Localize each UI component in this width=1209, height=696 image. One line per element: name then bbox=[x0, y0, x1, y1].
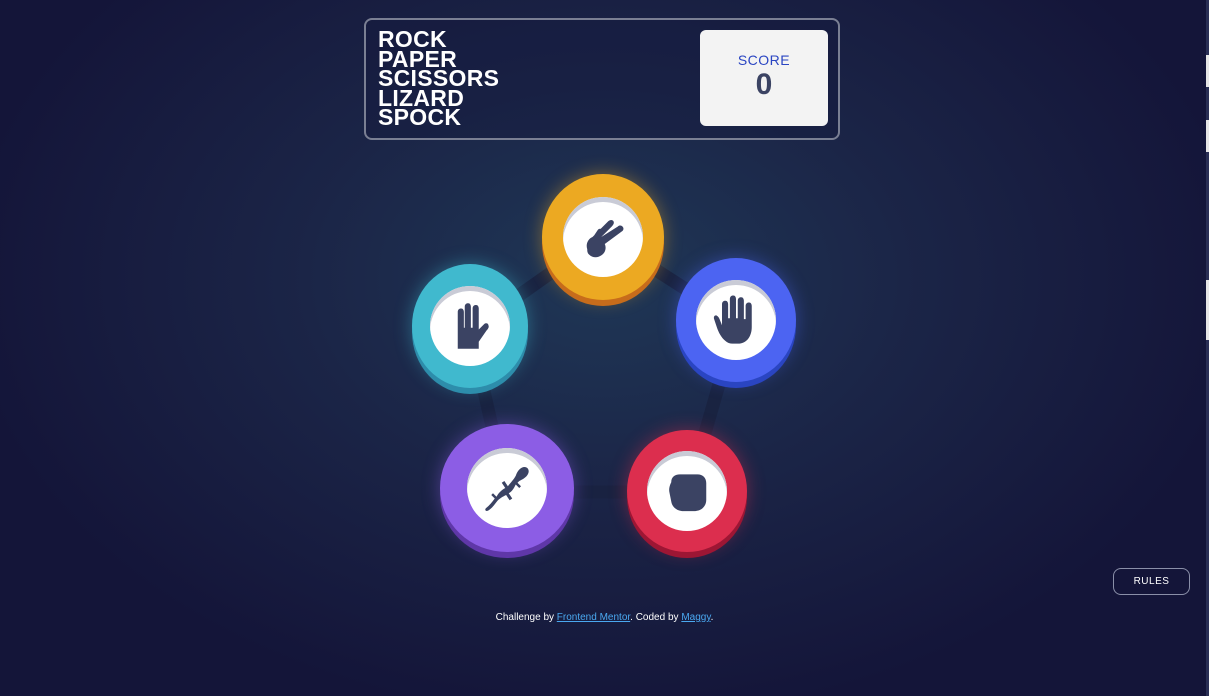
footer-middle: . Coded by bbox=[630, 612, 682, 623]
scissors-hand-icon bbox=[586, 219, 624, 258]
spock-hand-icon bbox=[457, 303, 489, 349]
footer-prefix: Challenge by bbox=[495, 612, 557, 623]
spock-token[interactable] bbox=[412, 264, 528, 388]
lizard-token[interactable] bbox=[440, 424, 574, 552]
frontend-mentor-link[interactable]: Frontend Mentor bbox=[557, 612, 630, 623]
footer-attribution: Challenge by Frontend Mentor. Coded by M… bbox=[0, 612, 1209, 623]
paper-token[interactable] bbox=[676, 258, 796, 382]
footer-suffix: . bbox=[710, 612, 714, 623]
paper-hand-icon bbox=[713, 295, 752, 344]
rock-fist-icon bbox=[669, 474, 707, 512]
scissors-token[interactable] bbox=[542, 174, 664, 300]
author-link[interactable]: Maggy bbox=[681, 612, 710, 623]
pentagon-background bbox=[463, 229, 744, 499]
rock-token[interactable] bbox=[627, 430, 747, 552]
game-board bbox=[0, 0, 1209, 696]
rules-button[interactable]: RULES bbox=[1113, 568, 1190, 595]
lizard-icon bbox=[485, 467, 529, 511]
